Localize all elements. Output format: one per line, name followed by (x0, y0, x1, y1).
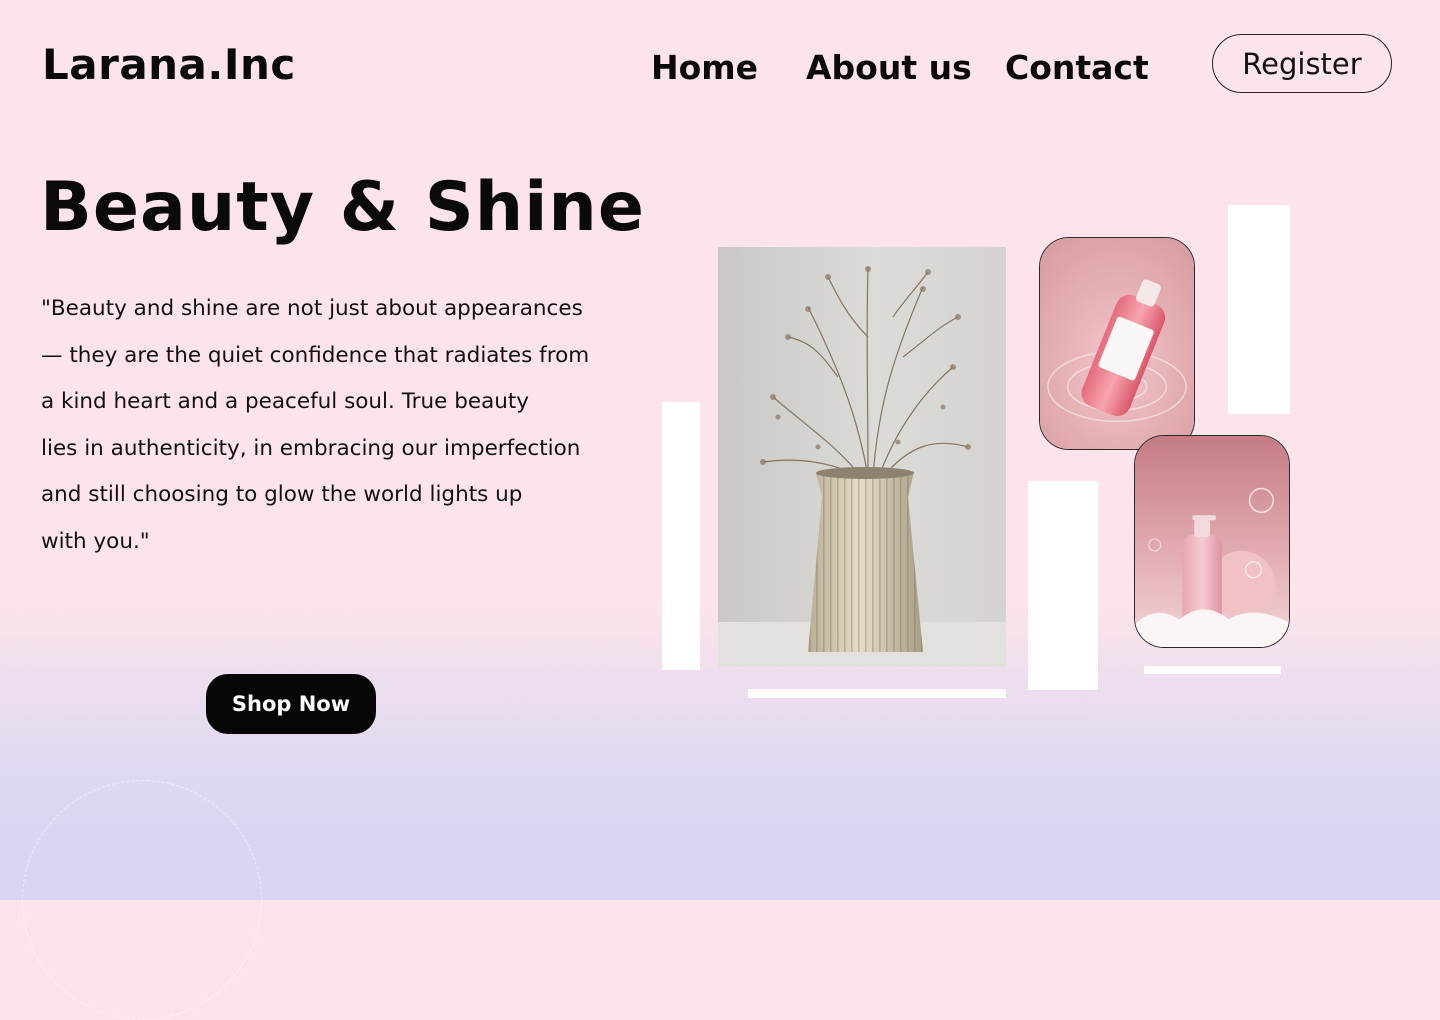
serum-bottle-photo (1039, 237, 1195, 450)
register-button[interactable]: Register (1212, 34, 1392, 93)
vase-photo (718, 247, 1006, 667)
decorative-block (1028, 481, 1098, 690)
brand-logo[interactable]: Larana.Inc (42, 40, 296, 89)
nav-link-home[interactable]: Home (651, 48, 758, 87)
decorative-block (662, 402, 700, 670)
hero-title: Beauty & Shine (40, 168, 645, 247)
quote-line: — they are the quiet confidence that rad… (41, 342, 590, 368)
decorative-block (748, 689, 1006, 698)
nav-link-about-us[interactable]: About us (806, 48, 972, 87)
decorative-block (1228, 205, 1290, 414)
quote-line: with you." (41, 528, 150, 554)
decorative-block (1144, 666, 1281, 674)
hero-quote: "Beauty and shine are not just about app… (41, 290, 589, 569)
quote-line: and still choosing to glow the world lig… (41, 482, 523, 507)
quote-line: "Beauty and shine are not just about app… (41, 296, 583, 321)
nav-link-contact[interactable]: Contact (1005, 48, 1149, 87)
quote-line: lies in authenticity, in embracing our i… (41, 435, 581, 461)
quote-line: a kind heart and a peaceful soul. True b… (41, 389, 530, 414)
lotion-bottle-photo (1134, 435, 1290, 648)
shop-now-button[interactable]: Shop Now (206, 674, 376, 734)
decorative-circle (22, 780, 262, 1020)
